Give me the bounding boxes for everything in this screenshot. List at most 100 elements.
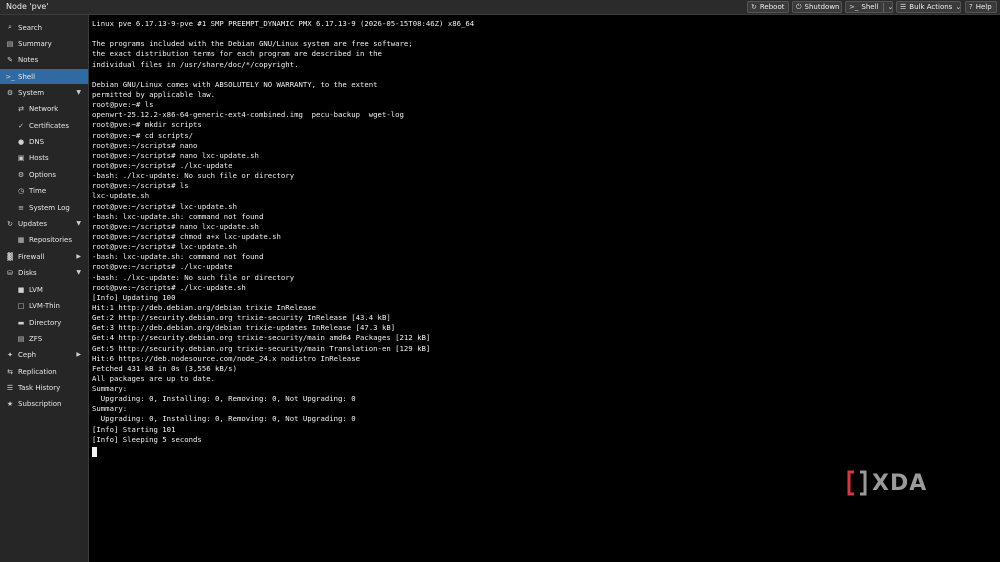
- chevron-down-icon[interactable]: ▼: [76, 220, 81, 227]
- xda-logo-text: XDA: [872, 470, 928, 496]
- sidebar-item-label: Summary: [18, 39, 52, 48]
- sidebar-item-repositories[interactable]: ▦ Repositories: [0, 232, 88, 247]
- sidebar-item-label: Notes: [18, 55, 39, 64]
- terminal-line: Get:2 http://security.debian.org trixie-…: [92, 313, 391, 323]
- chevron-right-icon[interactable]: ▶: [76, 253, 81, 260]
- hosts-icon: ▣: [17, 153, 25, 162]
- reboot-label: Reboot: [759, 3, 785, 11]
- sidebar-item-label: Firewall: [18, 252, 45, 261]
- sidebar-item-label: Hosts: [29, 153, 49, 162]
- sidebar-item-options[interactable]: ⚙ Options: [0, 167, 88, 182]
- shell-icon: >_: [5, 72, 15, 81]
- shell-terminal[interactable]: Linux pve 6.17.13-9-pve #1 SMP PREEMPT_D…: [92, 19, 992, 459]
- terminal-line: root@pve:~/scripts# ./lxc-update.sh: [92, 282, 246, 292]
- sidebar-item-label: Time: [29, 186, 47, 195]
- terminal-line: Linux pve 6.17.13-9-pve #1 SMP PREEMPT_D…: [92, 19, 475, 28]
- terminal-line: [Info] Starting 101: [92, 424, 176, 434]
- help-icon: ?: [969, 3, 973, 11]
- sidebar-item-certificates[interactable]: ✓ Certificates: [0, 118, 88, 133]
- power-icon: ⏻: [796, 3, 802, 11]
- terminal-line: -bash: lxc-update.sh: command not found: [92, 211, 264, 221]
- terminal-line: root@pve:~/scripts# nano: [92, 140, 198, 150]
- chevron-down-icon[interactable]: ▼: [76, 269, 81, 276]
- sidebar-item-dns[interactable]: ● DNS: [0, 134, 88, 149]
- terminal-line: [Info] Sleeping 5 seconds: [92, 434, 202, 444]
- sidebar-item-disks[interactable]: ⛁ Disks ▼: [0, 265, 88, 280]
- network-icon: ⇄: [18, 104, 24, 113]
- sidebar-item-subscription[interactable]: ★ Subscription: [0, 396, 88, 411]
- sidebar-item-lvm-thin[interactable]: □ LVM-Thin: [0, 298, 88, 313]
- node-title: Node 'pve': [6, 2, 49, 11]
- sidebar-item-label: Disks: [18, 268, 37, 277]
- sidebar-item-summary[interactable]: ▤ Summary: [0, 36, 88, 51]
- terminal-line: Get:3 http://deb.debian.org/debian trixi…: [92, 323, 396, 333]
- options-icon: ⚙: [17, 170, 25, 179]
- shell-label: Shell: [861, 3, 879, 11]
- sidebar-item-network[interactable]: ⇄ Network: [0, 101, 88, 116]
- sidebar-item-zfs[interactable]: ▤ ZFS: [0, 331, 88, 346]
- terminal-line: permitted by applicable law.: [92, 89, 216, 99]
- terminal-line: Upgrading: 0, Installing: 0, Removing: 0…: [92, 394, 356, 404]
- terminal-line: [Info] Updating 100: [92, 292, 176, 302]
- terminal-line: root@pve:~/scripts# ls: [92, 181, 189, 191]
- bulk-actions-label: Bulk Actions: [909, 3, 953, 11]
- shutdown-button[interactable]: ⏻ Shutdown: [792, 1, 842, 13]
- terminal-line: Get:5 http://security.debian.org trixie-…: [92, 343, 431, 353]
- xda-watermark: XDA: [846, 469, 941, 497]
- sidebar-item-directory[interactable]: ▬ Directory: [0, 315, 88, 330]
- sidebar-item-search[interactable]: ⌕ Search: [0, 20, 88, 35]
- directory-icon: ▬: [17, 318, 25, 327]
- top-toolbar: Node 'pve' ↻ Reboot ⏻ Shutdown >_ Shell …: [0, 0, 1000, 15]
- sidebar-item-label: DNS: [29, 137, 45, 146]
- dns-icon: ●: [17, 137, 25, 146]
- help-button[interactable]: ? Help: [965, 1, 997, 13]
- shell-menu-button[interactable]: >_ Shell ⌄: [845, 1, 893, 13]
- notes-icon: ✎: [7, 55, 13, 64]
- sidebar-item-replication[interactable]: ⇆ Replication: [0, 364, 88, 379]
- sidebar-item-updates[interactable]: ↻ Updates ▼: [0, 216, 88, 231]
- shutdown-label: Shutdown: [804, 3, 840, 11]
- sidebar-item-system-log[interactable]: ≡ System Log: [0, 200, 88, 215]
- sidebar-item-task-history[interactable]: ☰ Task History: [0, 380, 88, 395]
- terminal-line: -bash: ./lxc-update: No such file or dir…: [92, 272, 295, 282]
- terminal-line: root@pve:~/scripts# ./lxc-update: [92, 160, 233, 170]
- updates-icon: ↻: [7, 219, 13, 228]
- terminal-line: root@pve:~/scripts# ./lxc-update: [92, 262, 233, 272]
- bulk-actions-button[interactable]: ☰ Bulk Actions ⌄: [896, 1, 961, 13]
- chevron-right-icon[interactable]: ▶: [76, 351, 81, 358]
- sidebar-item-shell[interactable]: >_ Shell: [0, 69, 88, 84]
- terminal-line: Hit:6 https://deb.nodesource.com/node_24…: [92, 353, 360, 363]
- node-sidebar: ⌕ Search ▤ Summary ✎ Notes >_ Shell ⚙ Sy…: [0, 15, 89, 562]
- terminal-line: Fetched 431 kB in 0s (3,556 kB/s): [92, 363, 237, 373]
- sidebar-item-hosts[interactable]: ▣ Hosts: [0, 150, 88, 165]
- sidebar-item-notes[interactable]: ✎ Notes: [0, 52, 88, 67]
- terminal-line: The programs included with the Debian GN…: [92, 39, 413, 49]
- replication-icon: ⇆: [7, 367, 13, 376]
- sidebar-item-lvm[interactable]: ■ LVM: [0, 282, 88, 297]
- terminal-line: Hit:1 http://deb.debian.org/debian trixi…: [92, 302, 317, 312]
- chevron-down-icon: ⌄: [955, 3, 962, 11]
- terminal-line: root@pve:~/scripts# nano lxc-update.sh: [92, 150, 259, 160]
- terminal-line: individual files in /usr/share/doc/*/cop…: [92, 59, 299, 69]
- firewall-icon: ▓: [7, 252, 13, 261]
- sidebar-item-time[interactable]: ◷ Time: [0, 183, 88, 198]
- repositories-icon: ▦: [17, 235, 25, 244]
- sidebar-item-label: LVM-Thin: [29, 301, 60, 310]
- reboot-icon: ↻: [751, 3, 757, 11]
- subscription-icon: ★: [6, 399, 14, 408]
- sidebar-item-ceph[interactable]: ✦ Ceph ▶: [0, 347, 88, 362]
- system-icon: ⚙: [6, 88, 14, 97]
- help-label: Help: [975, 3, 992, 11]
- terminal-line: Debian GNU/Linux comes with ABSOLUTELY N…: [92, 79, 378, 89]
- sidebar-item-system[interactable]: ⚙ System ▼: [0, 85, 88, 100]
- reboot-button[interactable]: ↻ Reboot: [747, 1, 789, 13]
- sidebar-item-label: Shell: [18, 72, 36, 81]
- terminal-line: Upgrading: 0, Installing: 0, Removing: 0…: [92, 414, 356, 424]
- sidebar-item-label: Replication: [18, 367, 57, 376]
- sidebar-item-label: Certificates: [29, 121, 70, 130]
- sidebar-item-firewall[interactable]: ▓ Firewall ▶: [0, 249, 88, 264]
- sidebar-item-label: ZFS: [29, 334, 43, 343]
- sidebar-item-label: Updates: [18, 219, 47, 228]
- chevron-down-icon[interactable]: ▼: [76, 89, 81, 96]
- divider: [883, 2, 885, 12]
